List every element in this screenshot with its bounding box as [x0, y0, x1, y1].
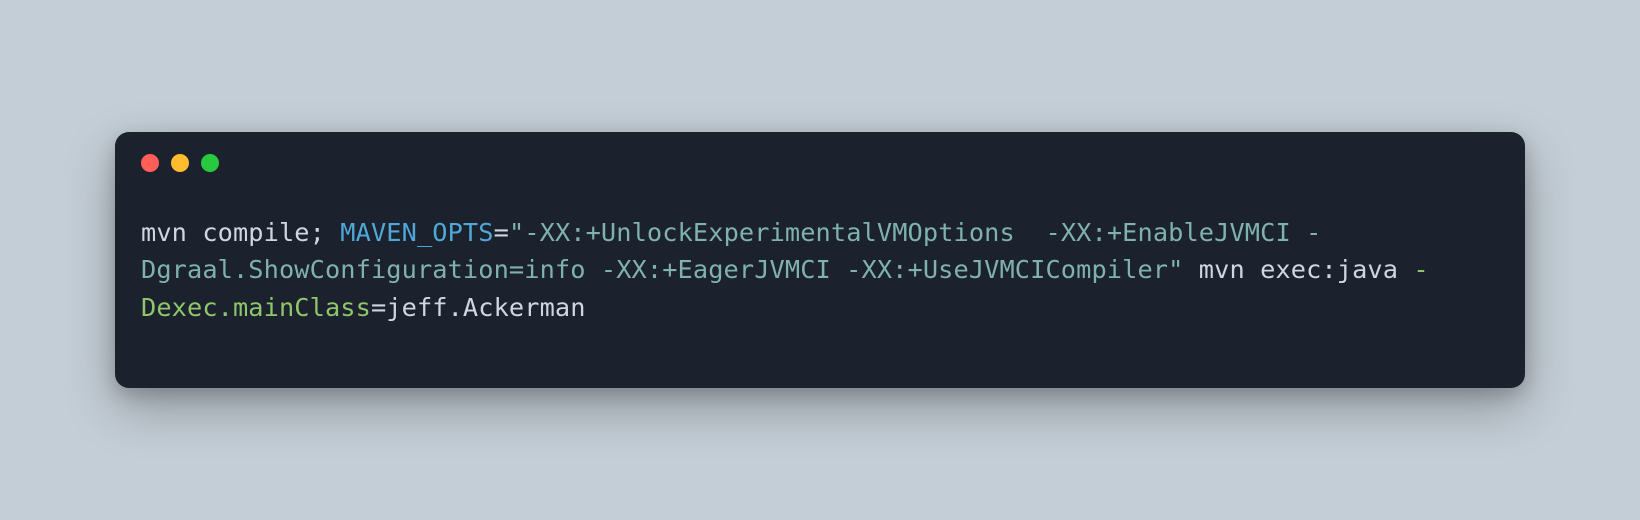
code-block: mvn compile; MAVEN_OPTS="-XX:+UnlockExpe… — [115, 172, 1525, 388]
title-bar — [115, 132, 1525, 172]
code-token: MAVEN_OPTS — [340, 218, 493, 247]
code-token: mvn compile; — [141, 218, 340, 247]
minimize-icon[interactable] — [171, 154, 189, 172]
code-token: =jeff.Ackerman — [371, 293, 586, 322]
terminal-window: mvn compile; MAVEN_OPTS="-XX:+UnlockExpe… — [115, 132, 1525, 388]
code-token: mvn exec:java — [1183, 255, 1413, 284]
code-token: = — [494, 218, 509, 247]
close-icon[interactable] — [141, 154, 159, 172]
zoom-icon[interactable] — [201, 154, 219, 172]
